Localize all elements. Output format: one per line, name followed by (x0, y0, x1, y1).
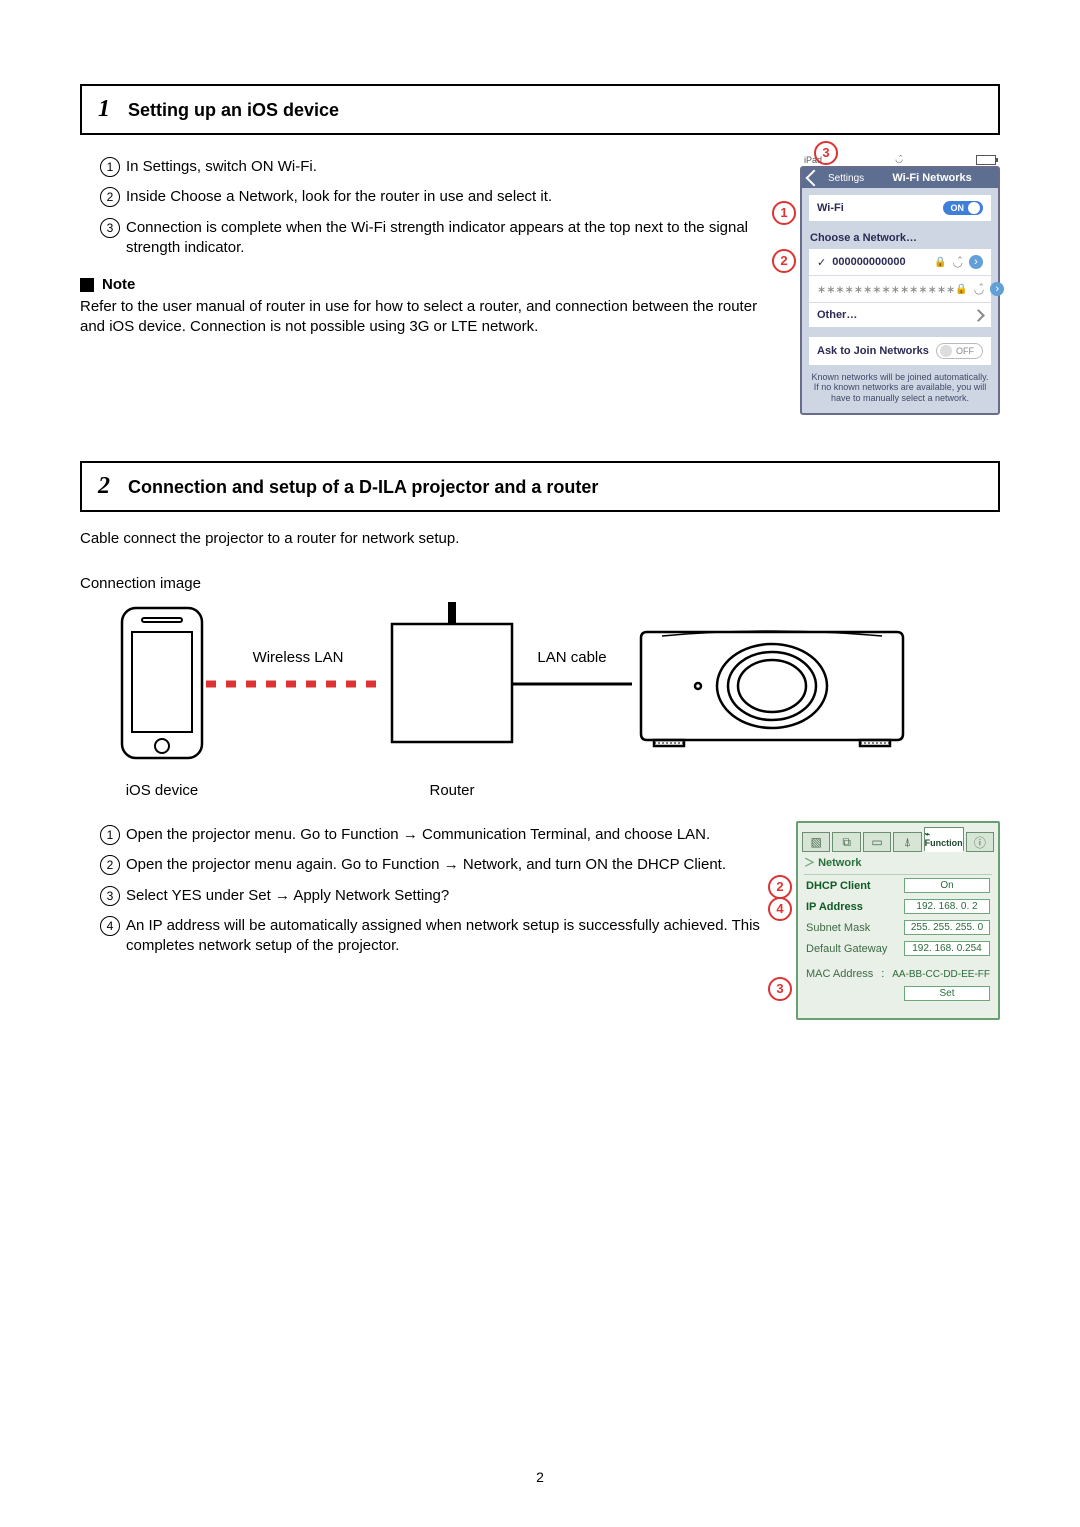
screen-title: Wi-Fi Networks (872, 172, 992, 184)
svg-text:Wireless LAN: Wireless LAN (253, 649, 344, 666)
step-1-title: Setting up an iOS device (128, 100, 339, 121)
wifi-label: Wi-Fi (817, 202, 844, 214)
step-2-title: Connection and setup of a D-ILA projecto… (128, 477, 598, 498)
other-network: Other… (817, 309, 857, 321)
ip-value: 192. 168. 0. 2 (904, 899, 990, 914)
step-2-item-1: Open the projector menu. Go to Function … (126, 826, 710, 843)
step-2-list: 1Open the projector menu. Go to Function… (80, 825, 770, 956)
tab-icon: ▧ (811, 835, 822, 849)
choose-network-label: Choose a Network… (810, 232, 917, 244)
ask-join-label: Ask to Join Networks (817, 345, 929, 357)
ios-device-label: iOS device (102, 782, 222, 799)
ask-join-toggle: OFF (936, 343, 983, 359)
router-label: Router (392, 782, 512, 799)
wifi-icon: ◡̂ (895, 154, 903, 165)
step-1-header: 1 Setting up an iOS device (80, 84, 1000, 135)
step-2-item-4: An IP address will be automatically assi… (126, 917, 760, 954)
tab-icon: ⧉ (842, 835, 851, 850)
connection-diagram: Wireless LAN LAN cable iOS device Router (102, 602, 1000, 799)
svg-text:LAN cable: LAN cable (537, 649, 606, 666)
dhcp-value: On (904, 878, 990, 893)
note-square-icon (80, 278, 94, 292)
mask-label: Subnet Mask (806, 922, 870, 934)
wifi-strength-icon: ◡̂ (953, 255, 963, 269)
set-button: Set (904, 986, 990, 1001)
wifi-toggle: ON (943, 201, 984, 215)
step-2-item-2: Open the projector menu again. Go to Fun… (126, 856, 726, 873)
dhcp-label: DHCP Client (806, 880, 871, 892)
network-2: ∗∗∗∗∗∗∗∗∗∗∗∗∗∗∗ (817, 283, 955, 296)
step-1-item-1: In Settings, switch ON Wi-Fi. (126, 158, 317, 175)
mac-label: MAC Address (806, 968, 873, 980)
tab-icon: ▭ (871, 835, 882, 849)
network-1: 000000000000 (832, 256, 905, 268)
lock-icon: 🔒 (934, 257, 946, 268)
gw-value: 192. 168. 0.254 (904, 941, 990, 956)
step-1-list: 1In Settings, switch ON Wi-Fi. 2Inside C… (80, 157, 774, 258)
note-heading: Note (80, 276, 774, 293)
step-2-item-3: Select YES under Set → Apply Network Set… (126, 887, 449, 904)
ip-label: IP Address (806, 901, 863, 913)
back-label: Settings (828, 173, 864, 184)
step-1-number: 1 (98, 96, 110, 123)
ios-screenshot: 3 1 2 iPad ◡̂ Settings Wi-Fi Networks (800, 153, 1000, 415)
back-icon (806, 170, 823, 187)
wifi-strength-icon: ◡̂ (974, 282, 984, 296)
tab-icon: ⍋ (904, 835, 911, 850)
page-number: 2 (0, 1469, 1080, 1485)
mask-value: 255. 255. 255. 0 (904, 920, 990, 935)
step-2-header: 2 Connection and setup of a D-ILA projec… (80, 461, 1000, 512)
ask-join-hint: Known networks will be joined automatica… (802, 366, 998, 413)
note-body: Refer to the user manual of router in us… (80, 297, 774, 338)
menu-section: Network (818, 857, 861, 869)
function-tab: ⌁Function (924, 827, 964, 852)
step-1-item-3: Connection is complete when the Wi-Fi st… (126, 219, 748, 256)
tab-icon: ⓘ (974, 834, 986, 851)
step-2-number: 2 (98, 473, 110, 500)
lock-icon: 🔒 (955, 284, 967, 295)
chevron-icon (972, 309, 985, 322)
projector-menu-screenshot: 2 4 3 ▧ ⧉ ▭ ⍋ ⌁Function ⓘ ＞ Network DHCP… (796, 821, 1000, 1020)
details-icon: › (990, 282, 1004, 296)
note-label: Note (102, 276, 135, 293)
details-icon: › (969, 255, 983, 269)
connection-image-label: Connection image (80, 575, 1000, 592)
gw-label: Default Gateway (806, 943, 887, 955)
mac-value: AA-BB-CC-DD-EE-FF (892, 969, 990, 980)
step-1-item-2: Inside Choose a Network, look for the ro… (126, 188, 552, 205)
step-2-lead: Cable connect the projector to a router … (80, 530, 1000, 547)
